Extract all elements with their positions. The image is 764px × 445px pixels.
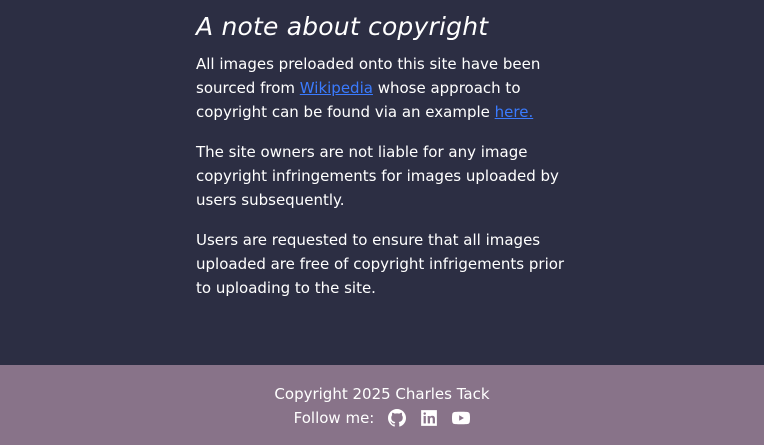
linkedin-icon[interactable]	[420, 409, 438, 427]
copyright-text: Copyright 2025 Charles Tack	[274, 385, 490, 403]
paragraph-user-request: Users are requested to ensure that all i…	[196, 231, 565, 297]
paragraph-liability: The site owners are not liable for any i…	[196, 143, 559, 209]
github-icon[interactable]	[388, 409, 407, 427]
page: A note about copyright All images preloa…	[0, 0, 764, 445]
wikipedia-link[interactable]: Wikipedia	[300, 79, 373, 97]
section-title: A note about copyright	[196, 12, 489, 41]
paragraph-sources: All images preloaded onto this site have…	[196, 52, 566, 124]
follow-label: Follow me:	[293, 409, 375, 427]
example-here-link[interactable]: here.	[495, 103, 534, 121]
copyright-note-section: A note about copyright All images preloa…	[196, 10, 566, 316]
follow-row: Follow me:	[0, 408, 764, 428]
youtube-icon[interactable]	[452, 409, 471, 427]
site-footer: Copyright 2025 Charles Tack Follow me:	[0, 365, 764, 445]
